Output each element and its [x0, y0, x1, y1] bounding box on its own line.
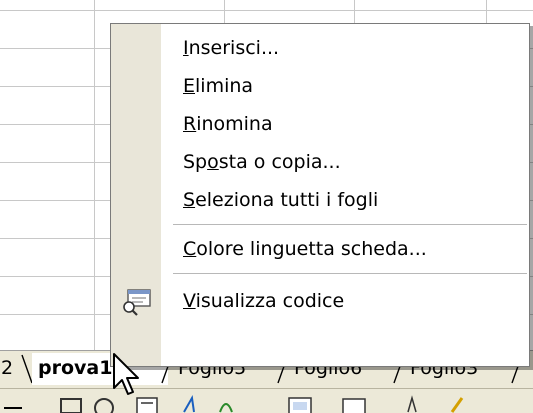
toolbar-arrow-icon[interactable]: [2, 394, 26, 413]
menu-separator: [173, 273, 527, 274]
menu-item-insert[interactable]: Inserisci...: [161, 29, 529, 67]
wordart-icon[interactable]: [180, 394, 204, 413]
rectangle-tool-icon[interactable]: [58, 394, 84, 413]
clipart-icon[interactable]: [286, 394, 314, 413]
menu-item-delete[interactable]: Elimina: [161, 67, 529, 105]
diagram-icon[interactable]: [214, 394, 238, 413]
menu-item-move-copy[interactable]: Sposta o copia...: [161, 143, 529, 181]
sheet-tab-label: prova1: [38, 357, 113, 379]
drawing-toolbar: [0, 388, 533, 413]
mouse-cursor-icon: [113, 353, 139, 395]
sheet-tab-label: 2: [1, 357, 14, 379]
line-color-icon[interactable]: [446, 394, 470, 413]
fill-color-icon[interactable]: [400, 394, 424, 413]
view-code-icon: [123, 289, 151, 316]
menu-item-tab-color[interactable]: Colore linguetta scheda...: [161, 230, 529, 268]
sheet-tab-partial[interactable]: 2: [0, 353, 22, 385]
picture-icon[interactable]: [340, 394, 368, 413]
menu-item-view-code[interactable]: Visualizza codice: [161, 282, 529, 320]
menu-separator: [173, 224, 527, 225]
sheet-tab-context-menu: Inserisci... Elimina Rinomina Sposta o c…: [110, 23, 530, 367]
menu-item-rename[interactable]: Rinomina: [161, 105, 529, 143]
menu-item-select-all-sheets[interactable]: Seleziona tutti i fogli: [161, 181, 529, 219]
